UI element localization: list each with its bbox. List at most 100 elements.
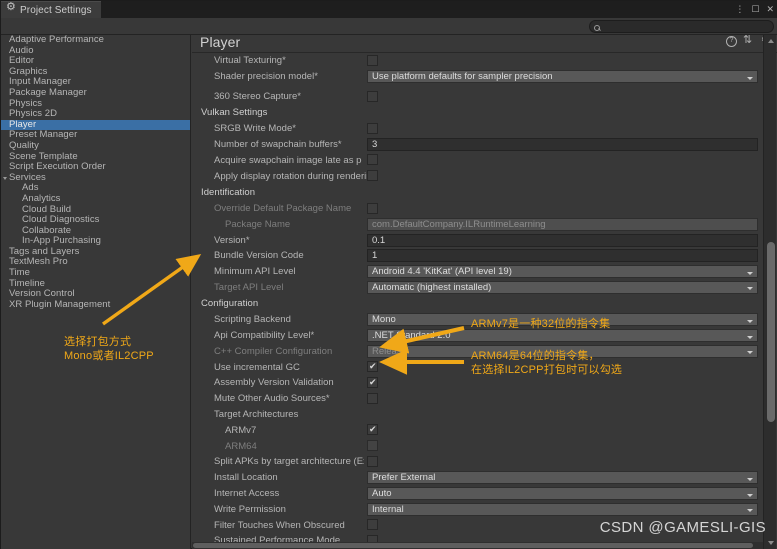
install-location-dropdown[interactable]: Prefer External [367, 471, 758, 485]
section-vulkan-settings: Vulkan Settings [201, 107, 268, 119]
setting-row-apply-rotation[interactable]: Apply display rotation during rendering [192, 168, 765, 184]
internet-access-dropdown[interactable]: Auto [367, 487, 758, 501]
scrollbar-thumb[interactable] [193, 543, 753, 548]
row-label: Mute Other Audio Sources* [214, 393, 330, 405]
help-icon[interactable] [726, 36, 737, 48]
write-permission-dropdown[interactable]: Internal [367, 502, 758, 516]
row-label: Virtual Texturing* [214, 55, 286, 67]
row-label: Internet Access [214, 488, 280, 500]
vertical-scrollbar[interactable] [763, 35, 776, 549]
scroll-up-arrow-icon[interactable] [767, 39, 774, 43]
sidebar-item-package-manager[interactable]: Package Manager [1, 86, 190, 99]
override-package-checkbox[interactable] [367, 202, 378, 214]
window-titlebar: Project Settings ⋮ ☐ ✕ [1, 1, 777, 18]
split-apks-checkbox[interactable] [367, 456, 378, 468]
search-box[interactable] [589, 20, 774, 33]
row-label: Write Permission [214, 503, 286, 515]
search-input[interactable] [603, 21, 773, 32]
setting-row-virtual-texturing[interactable]: Virtual Texturing* [192, 53, 765, 69]
sidebar-item-analytics[interactable]: Analytics [1, 193, 190, 205]
filter-touches-checkbox[interactable] [367, 519, 378, 531]
acquire-swapchain-checkbox[interactable] [367, 154, 378, 166]
setting-row-acquire-swapchain[interactable]: Acquire swapchain image late as possible… [192, 152, 765, 168]
search-bar [1, 18, 777, 35]
scrollbar-thumb[interactable] [766, 242, 775, 422]
setting-row-360-stereo-capture[interactable]: 360 Stereo Capture* [192, 89, 765, 105]
sidebar-item-adaptive-performance[interactable]: Adaptive Performance [1, 35, 190, 46]
setting-row-mute-audio[interactable]: Mute Other Audio Sources* [192, 391, 765, 407]
inspector-body: Virtual Texturing* Shader precision mode… [192, 53, 765, 549]
apply-rotation-checkbox[interactable] [367, 170, 378, 182]
bundle-version-code-input[interactable]: 1 [367, 249, 758, 263]
setting-row-split-apks[interactable]: Split APKs by target architecture (Exper… [192, 454, 765, 470]
incremental-gc-checkbox[interactable] [367, 360, 378, 373]
mute-audio-checkbox[interactable] [367, 392, 378, 404]
setting-row-incremental-gc[interactable]: Use incremental GC [192, 359, 765, 375]
cpp-compiler-dropdown[interactable]: Release [367, 344, 758, 358]
srgb-write-checkbox[interactable] [367, 122, 378, 134]
setting-row-filter-touches[interactable]: Filter Touches When Obscured [192, 517, 765, 533]
sidebar-item-quality[interactable]: Quality [1, 140, 190, 152]
row-label: Use incremental GC [214, 361, 300, 373]
arm64-checkbox[interactable] [367, 440, 378, 452]
setting-row-write-permission[interactable]: Write Permission Internal [192, 501, 765, 517]
setting-row-api-compatibility[interactable]: Api Compatibility Level* .NET Standard 2… [192, 328, 765, 344]
chevron-down-icon[interactable] [3, 177, 7, 181]
version-input[interactable]: 0.1 [367, 233, 758, 247]
shader-precision-dropdown[interactable]: Use platform defaults for sampler precis… [367, 70, 758, 84]
sidebar-item-label: Package Manager [9, 86, 87, 98]
setting-row-armv7[interactable]: ARMv7 [192, 422, 765, 438]
row-label: Apply display rotation during rendering [214, 170, 367, 182]
row-label: SRGB Write Mode* [214, 123, 296, 135]
setting-row-target-api-level[interactable]: Target API Level Automatic (highest inst… [192, 280, 765, 296]
setting-row-assembly-validation[interactable]: Assembly Version Validation [192, 375, 765, 391]
armv7-checkbox[interactable] [367, 423, 378, 436]
setting-row-cpp-compiler[interactable]: C++ Compiler Configuration Release [192, 343, 765, 359]
section-configuration: Configuration [201, 298, 259, 310]
row-label: Filter Touches When Obscured [214, 519, 345, 531]
close-icon[interactable]: ✕ [766, 3, 774, 15]
row-label: Api Compatibility Level* [214, 330, 315, 342]
setting-row-arm64[interactable]: ARM64 [192, 438, 765, 454]
setting-row-scripting-backend[interactable]: Scripting Backend Mono [192, 312, 765, 328]
setting-row-install-location[interactable]: Install Location Prefer External [192, 470, 765, 486]
setting-row-bundle-version-code[interactable]: Bundle Version Code 1 [192, 248, 765, 264]
kebab-menu-icon[interactable]: ⋮ [735, 3, 744, 15]
setting-row-internet-access[interactable]: Internet Access Auto [192, 486, 765, 502]
setting-row-shader-precision[interactable]: Shader precision model* Use platform def… [192, 69, 765, 85]
row-label: Minimum API Level [214, 266, 296, 278]
row-label: ARMv7 [225, 424, 257, 436]
tab-project-settings[interactable]: Project Settings [1, 1, 101, 18]
assembly-validation-checkbox[interactable] [367, 376, 378, 389]
row-label: Target API Level [214, 281, 284, 293]
page-title: Player [200, 34, 241, 50]
maximize-icon[interactable]: ☐ [751, 3, 759, 15]
scripting-backend-dropdown[interactable]: Mono [367, 313, 758, 327]
row-label: Scripting Backend [214, 314, 291, 326]
row-label: Override Default Package Name [214, 202, 352, 214]
api-compatibility-dropdown[interactable]: .NET Standard 2.0 [367, 329, 758, 343]
swapchain-buffers-input[interactable]: 3 [367, 138, 758, 152]
setting-row-minimum-api-level[interactable]: Minimum API Level Android 4.4 'KitKat' (… [192, 264, 765, 280]
setting-row-version[interactable]: Version* 0.1 [192, 232, 765, 248]
inner-horizontal-scrollbar[interactable] [192, 542, 765, 549]
sidebar-item-xr-plugin-management[interactable]: XR Plugin Management [1, 299, 190, 311]
player-settings-panel: Player Virtual Texturing* Shader precisi… [192, 34, 777, 549]
package-name-input[interactable]: com.DefaultCompany.ILRuntimeLearning [367, 217, 758, 231]
scroll-down-arrow-icon[interactable] [767, 541, 774, 545]
project-settings-window: Project Settings ⋮ ☐ ✕ Adaptive Performa… [0, 0, 777, 549]
preset-icon[interactable] [743, 35, 753, 48]
virtual-texturing-checkbox[interactable] [367, 55, 378, 66]
panel-header: Player [192, 34, 777, 53]
setting-row-override-package-name[interactable]: Override Default Package Name [192, 201, 765, 217]
setting-row-target-architectures: Target Architectures [192, 407, 765, 423]
target-api-dropdown[interactable]: Automatic (highest installed) [367, 280, 758, 294]
stereo-capture-checkbox[interactable] [367, 90, 378, 102]
row-label: Split APKs by target architecture (Exper… [214, 456, 364, 468]
settings-sidebar[interactable]: Adaptive Performance Audio Editor Graphics I… [1, 35, 191, 549]
minimum-api-dropdown[interactable]: Android 4.4 'KitKat' (API level 19) [367, 265, 758, 279]
row-label: Assembly Version Validation [214, 377, 334, 389]
setting-row-package-name[interactable]: Package Name com.DefaultCompany.ILRuntim… [192, 216, 765, 232]
setting-row-swapchain-buffers[interactable]: Number of swapchain buffers* 3 [192, 137, 765, 153]
setting-row-srgb-write-mode[interactable]: SRGB Write Mode* [192, 121, 765, 137]
